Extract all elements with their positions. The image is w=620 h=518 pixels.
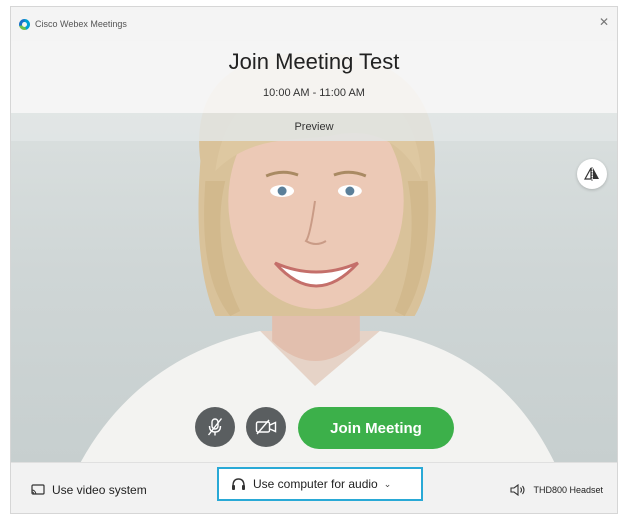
title-bar: Cisco Webex Meetings ✕ <box>11 7 617 41</box>
speaker-selector[interactable]: THD800 Headset <box>510 463 603 513</box>
chevron-down-icon: ⌄ <box>383 478 392 489</box>
mute-mic-icon <box>207 418 223 436</box>
webex-logo-icon <box>19 18 30 30</box>
app-name: Cisco Webex Meetings <box>35 19 127 29</box>
headset-icon <box>232 477 245 490</box>
video-preview: Join Meeting Test 10:00 AM - 11:00 AM Pr… <box>11 41 617 462</box>
close-icon[interactable]: ✕ <box>599 15 609 29</box>
use-video-system-label: Use video system <box>52 482 147 497</box>
meeting-time: 10:00 AM - 11:00 AM <box>263 87 365 99</box>
video-off-icon <box>255 419 277 435</box>
speaker-icon <box>510 483 526 496</box>
audio-option-label: Use computer for audio <box>253 477 378 491</box>
speaker-label: THD800 Headset <box>533 484 603 495</box>
video-system-icon <box>31 483 45 495</box>
meeting-title: Join Meeting Test <box>228 49 400 74</box>
bottom-bar: Use video system Use computer for audio … <box>11 462 617 513</box>
stop-video-button[interactable] <box>246 407 286 447</box>
mute-button[interactable] <box>195 407 235 447</box>
mirror-icon <box>584 167 599 181</box>
mirror-video-button[interactable] <box>577 159 607 189</box>
use-video-system-button[interactable]: Use video system <box>31 463 147 513</box>
join-meeting-button[interactable]: Join Meeting <box>298 407 454 449</box>
preview-label: Preview <box>294 121 334 133</box>
audio-connection-dropdown[interactable]: Use computer for audio ⌄ <box>217 467 423 501</box>
join-meeting-window: Cisco Webex Meetings ✕ Join Meeting Test… <box>10 6 618 514</box>
